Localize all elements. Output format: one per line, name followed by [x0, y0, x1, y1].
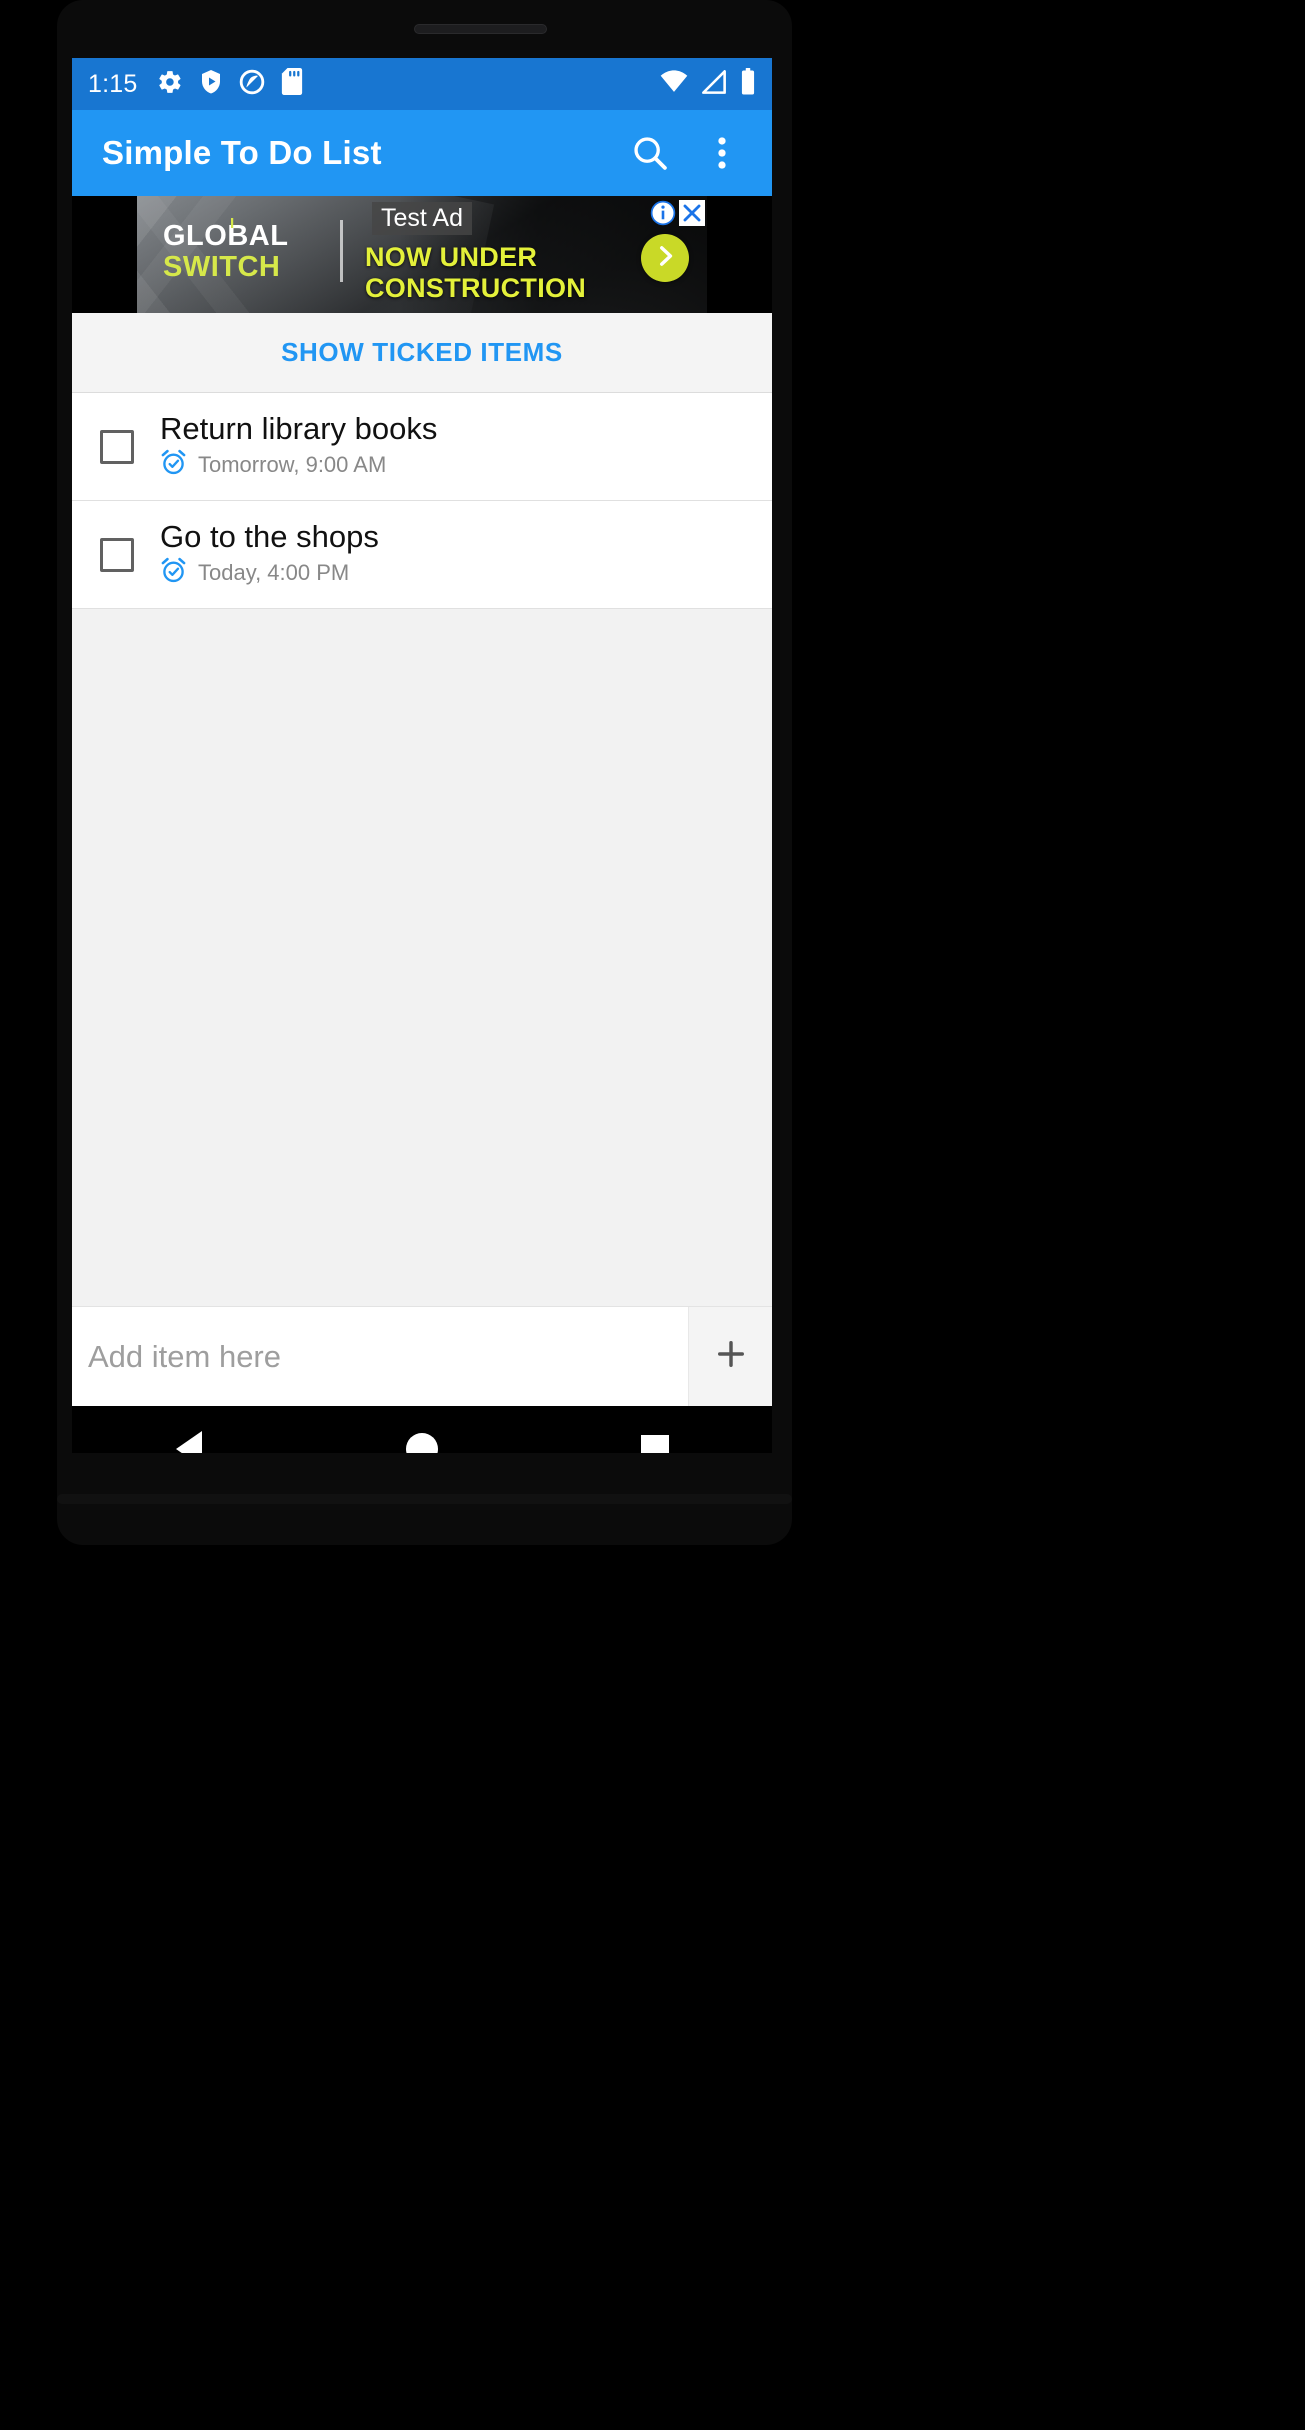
gear-icon: [157, 69, 183, 100]
task-row[interactable]: Return library books Tomorrow, 9:00 AM: [72, 393, 772, 501]
show-ticked-items-label: SHOW TICKED ITEMS: [281, 337, 563, 367]
phone-screen: 1:15 Simple To Do List GLOBAL SWITCH NOW…: [72, 58, 772, 1453]
task-checkbox[interactable]: [100, 537, 134, 572]
recents-button[interactable]: [595, 1406, 715, 1453]
ad-banner[interactable]: GLOBAL SWITCH NOW UNDER CONSTRUCTION Tes…: [72, 196, 772, 313]
ad-info-icon[interactable]: [650, 200, 676, 231]
app-bar: Simple To Do List: [72, 110, 772, 196]
empty-list-area: [72, 609, 772, 1306]
device-frame: 1:15 Simple To Do List GLOBAL SWITCH NOW…: [0, 0, 1305, 2430]
task-checkbox[interactable]: [100, 429, 134, 464]
alarm-clock-icon: [160, 449, 187, 481]
ad-creative[interactable]: GLOBAL SWITCH NOW UNDER CONSTRUCTION Tes…: [137, 196, 707, 313]
back-button[interactable]: [129, 1406, 249, 1453]
add-item-button[interactable]: [688, 1307, 772, 1406]
task-text-group: Return library books Tomorrow, 9:00 AM: [160, 398, 437, 496]
home-circle-icon: [405, 1433, 438, 1453]
add-item-bar: [72, 1306, 772, 1406]
ad-close-icon[interactable]: [679, 200, 705, 231]
circle-slash-icon: [239, 69, 265, 100]
chevron-right-icon: [652, 243, 678, 274]
task-reminder: Tomorrow, 9:00 AM: [160, 449, 437, 481]
ad-logo-line-1: GLOBAL: [163, 220, 289, 252]
back-triangle-icon: [175, 1431, 202, 1453]
shield-play-icon: [199, 69, 223, 100]
wifi-icon: [660, 69, 688, 99]
task-title: Go to the shops: [160, 518, 379, 554]
page-title: Simple To Do List: [102, 134, 382, 171]
plus-icon: [713, 1336, 749, 1377]
status-right-icon-group: [660, 68, 756, 100]
ad-advertiser-logo: GLOBAL SWITCH: [163, 218, 321, 283]
show-ticked-items-button[interactable]: SHOW TICKED ITEMS: [72, 313, 772, 393]
task-reminder: Today, 4:00 PM: [160, 557, 379, 589]
task-due-date: Tomorrow, 9:00 AM: [198, 452, 387, 478]
task-row[interactable]: Go to the shops Today, 4:00 PM: [72, 501, 772, 609]
content-area: SHOW TICKED ITEMS Return library books T…: [72, 313, 772, 1406]
status-bar: 1:15: [72, 58, 772, 110]
ad-cta-button[interactable]: [641, 234, 689, 282]
task-text-group: Go to the shops Today, 4:00 PM: [160, 506, 379, 604]
recents-square-icon: [641, 1435, 670, 1453]
home-button[interactable]: [362, 1406, 482, 1453]
ad-test-label: Test Ad: [372, 202, 472, 235]
overflow-menu-icon[interactable]: [694, 125, 750, 181]
battery-icon: [740, 68, 756, 100]
task-list: Return library books Tomorrow, 9:00 AM G…: [72, 393, 772, 609]
ad-badge-group: [650, 200, 705, 231]
app-bar-actions: [622, 125, 750, 181]
cell-signal-icon: [701, 69, 727, 99]
sd-card-icon: [281, 68, 303, 100]
add-item-input[interactable]: [72, 1307, 688, 1406]
task-title: Return library books: [160, 410, 438, 446]
search-icon[interactable]: [622, 125, 678, 181]
status-left-icon-group: [157, 68, 303, 100]
status-clock: 1:15: [88, 69, 138, 98]
navigation-bar: [72, 1406, 772, 1453]
ad-divider: [340, 220, 343, 282]
task-due-date: Today, 4:00 PM: [198, 560, 350, 586]
phone-bottom-chin: [57, 1494, 792, 1504]
alarm-clock-icon: [160, 557, 187, 589]
ad-logo-line-2: SWITCH: [163, 251, 281, 283]
ad-logo-power-mark: [231, 218, 234, 228]
earpiece-speaker: [414, 24, 547, 34]
